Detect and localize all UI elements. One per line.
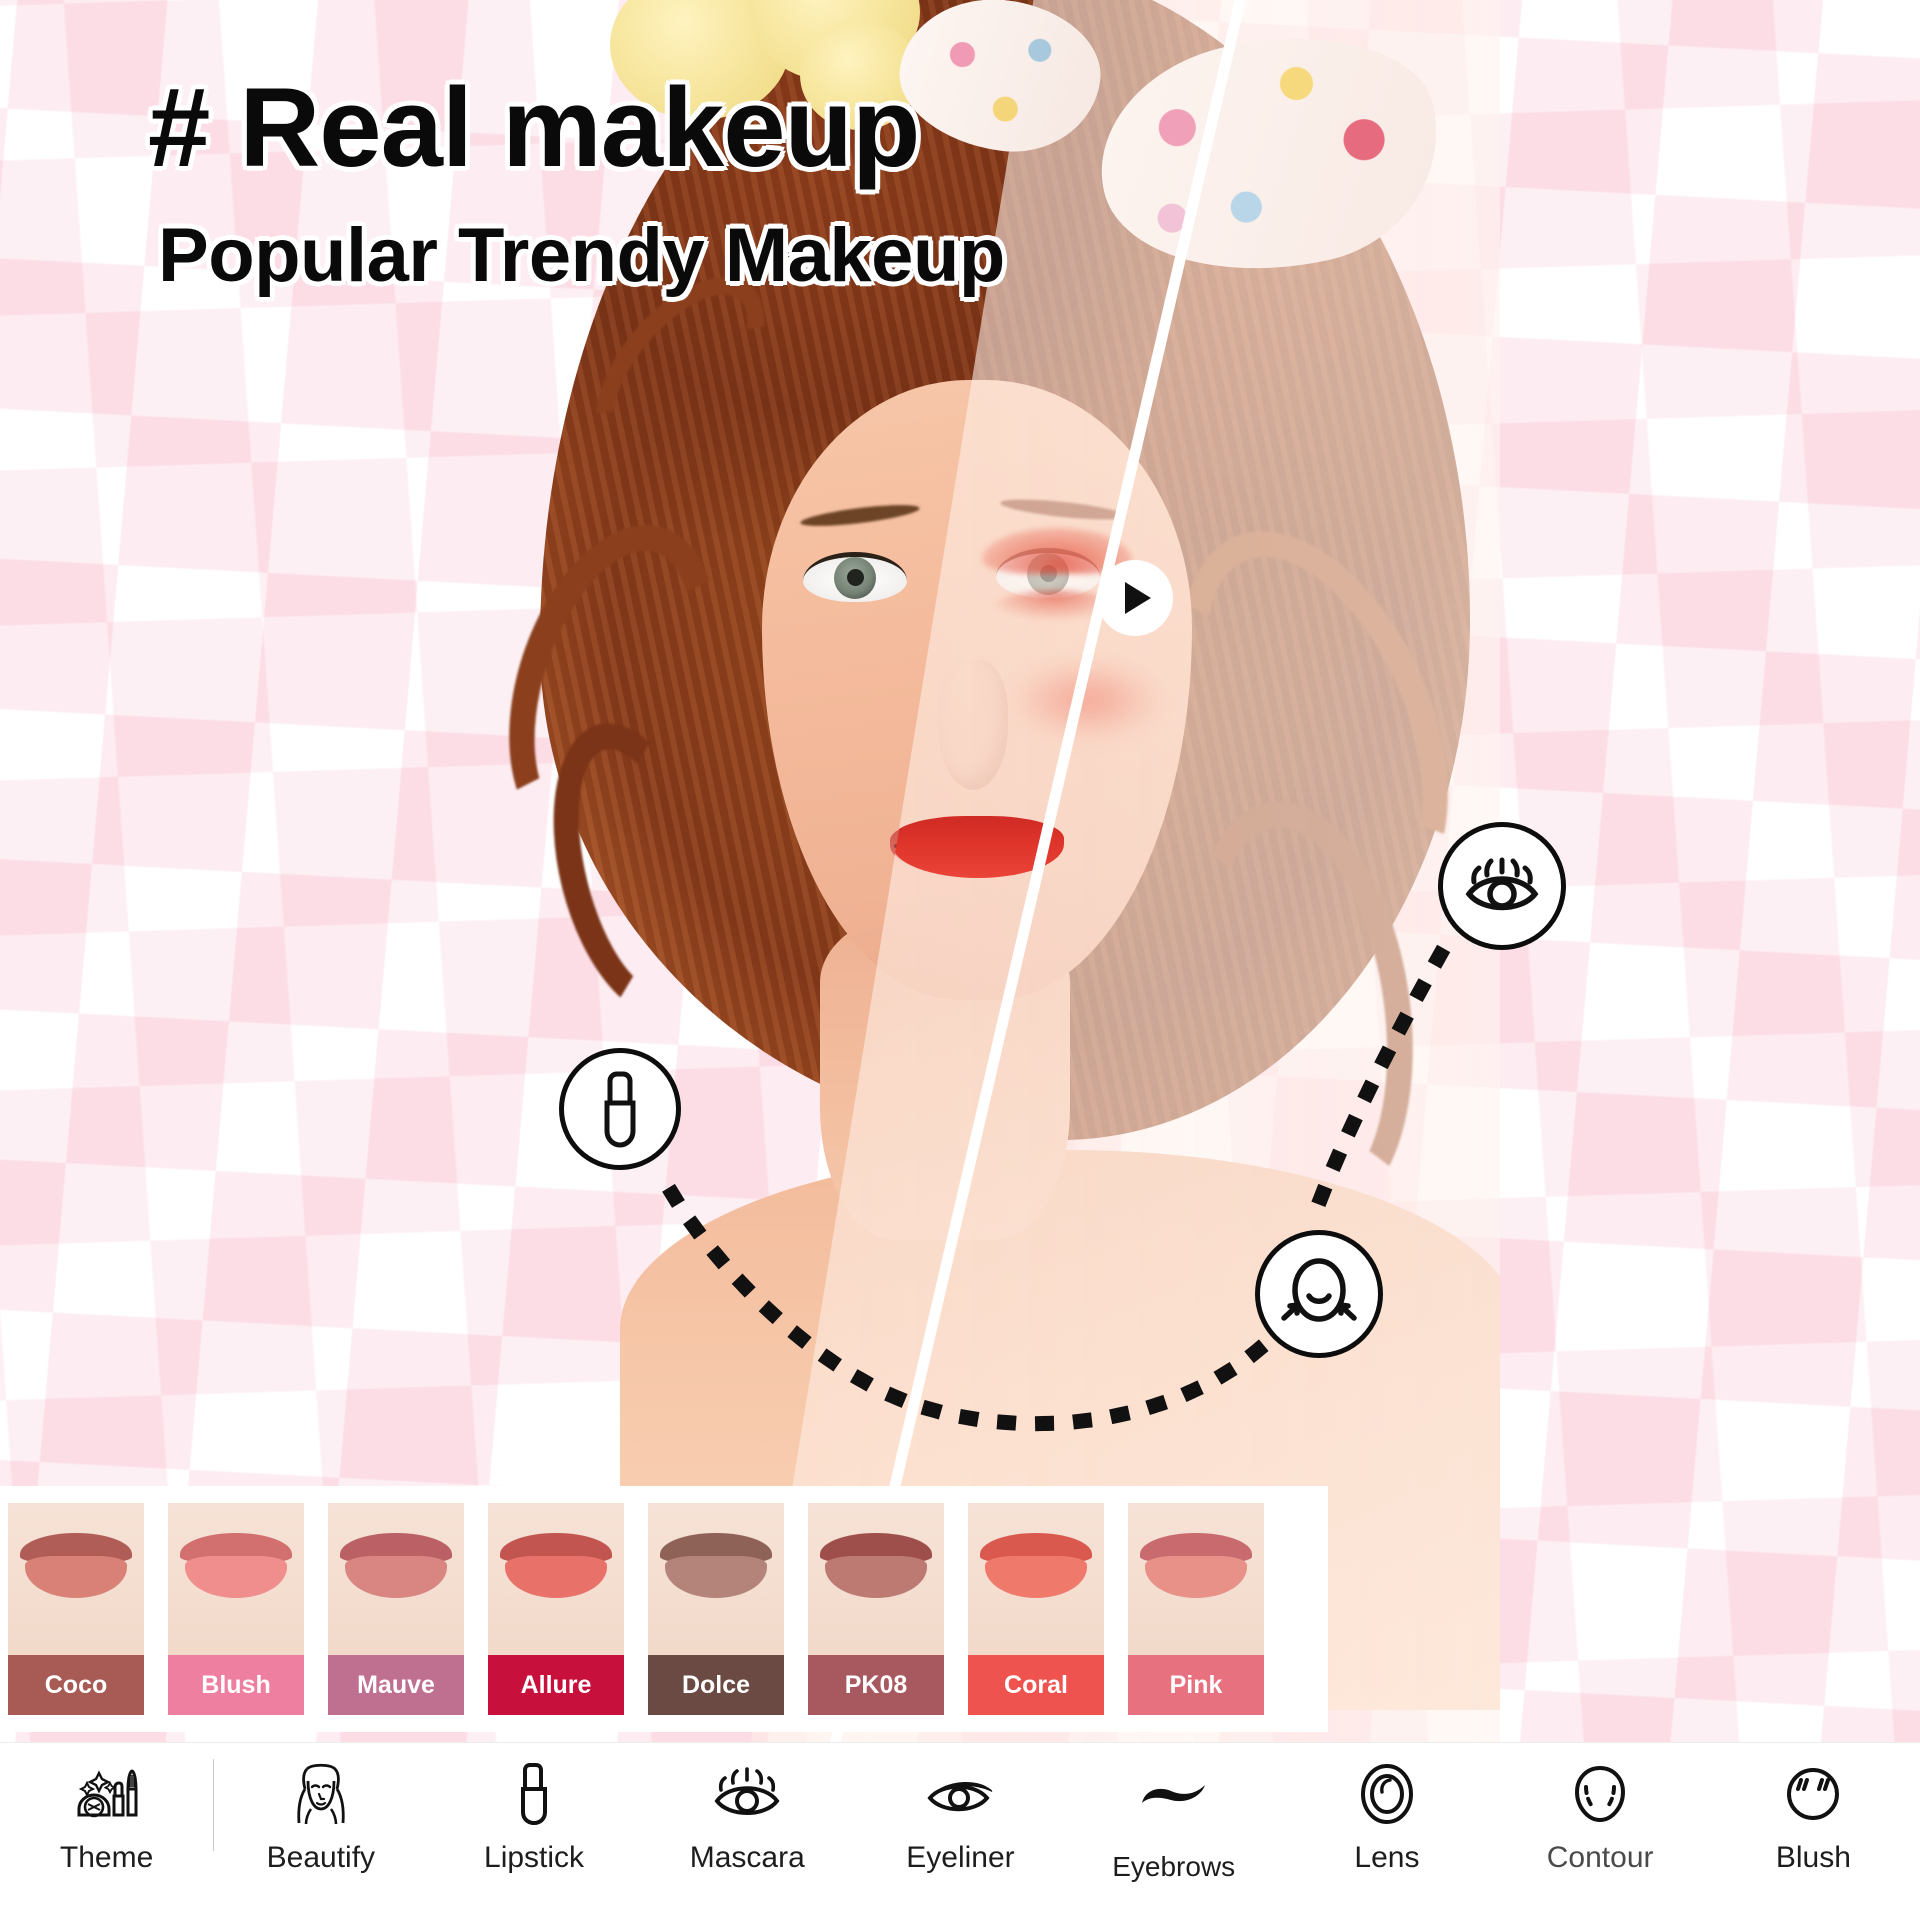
- toolbar-item-beautify[interactable]: Beautify: [214, 1743, 427, 1920]
- toolbar-item-label: Blush: [1775, 1841, 1851, 1874]
- eyebrow-icon: [1137, 1761, 1211, 1827]
- play-button[interactable]: [1097, 560, 1173, 636]
- iris: [834, 557, 876, 599]
- toolbar-item-lipstick[interactable]: Lipstick: [427, 1743, 640, 1920]
- swatch-lip-lower: [985, 1556, 1087, 1598]
- swatch-lip-lower: [1145, 1556, 1247, 1598]
- swatch-label: Dolce: [648, 1655, 784, 1715]
- lipstick-swatch[interactable]: Blush: [168, 1503, 304, 1715]
- swatch-lips: [340, 1533, 452, 1599]
- play-triangle-icon: [1125, 582, 1151, 614]
- swatch-label: Coco: [8, 1655, 144, 1715]
- bottom-toolbar: Theme Beautify Lipstick Mascara Eyeliner Eyeb…: [0, 1742, 1920, 1920]
- swatch-label: PK08: [808, 1655, 944, 1715]
- swatch-lip-lower: [25, 1556, 127, 1598]
- toolbar-item-contour[interactable]: Contour: [1494, 1743, 1707, 1920]
- swatch-label: Coral: [968, 1655, 1104, 1715]
- lipstick-icon: [514, 1761, 554, 1827]
- swatch-lips: [660, 1533, 772, 1599]
- toolbar-item-eyebrows[interactable]: Eyebrows: [1067, 1743, 1280, 1920]
- badge-mascara[interactable]: [1438, 822, 1566, 950]
- swatch-label: Pink: [1128, 1655, 1264, 1715]
- eye-lashes-icon: [1463, 854, 1541, 918]
- swatch-lip-lower: [505, 1556, 607, 1598]
- swatch-label: Mauve: [328, 1655, 464, 1715]
- badge-lipstick[interactable]: [559, 1048, 681, 1170]
- makeup-kit-icon: [75, 1761, 139, 1827]
- swatch-lip-lower: [185, 1556, 287, 1598]
- lipstick-swatch[interactable]: Pink: [1128, 1503, 1264, 1715]
- lipstick-swatch[interactable]: PK08: [808, 1503, 944, 1715]
- iris: [1027, 553, 1069, 595]
- toolbar-item-label: Lipstick: [484, 1841, 585, 1874]
- eye-right: [996, 548, 1100, 598]
- makeup-app-screen: # Real makeup Popular Trendy Makeup Coco…: [0, 0, 1920, 1920]
- lip-line: [894, 844, 1054, 848]
- swatch-lips: [180, 1533, 292, 1599]
- toolbar-item-label: Beautify: [266, 1841, 376, 1874]
- swatch-lips: [980, 1533, 1092, 1599]
- swatch-lips: [820, 1533, 932, 1599]
- contact-lens-icon: [1359, 1761, 1415, 1827]
- toolbar-item-label: Mascara: [689, 1841, 805, 1874]
- swatch-lip-lower: [825, 1556, 927, 1598]
- face-reshape-icon: [1276, 1258, 1362, 1330]
- swatch-lip-lower: [345, 1556, 447, 1598]
- swatch-lips: [20, 1533, 132, 1599]
- eyeliner-eye-icon: [925, 1761, 995, 1827]
- toolbar-item-label: Eyeliner: [906, 1841, 1015, 1874]
- lipstick-icon: [597, 1069, 643, 1149]
- swatch-label: Allure: [488, 1655, 624, 1715]
- swatch-label: Blush: [168, 1655, 304, 1715]
- swatch-lips: [1140, 1533, 1252, 1599]
- lipstick-swatch[interactable]: Mauve: [328, 1503, 464, 1715]
- toolbar-item-blush[interactable]: Blush: [1707, 1743, 1920, 1920]
- toolbar-item-label: Lens: [1354, 1841, 1420, 1874]
- badge-face-reshape[interactable]: [1255, 1230, 1383, 1358]
- toolbar-item-label: Eyebrows: [1112, 1851, 1236, 1882]
- toolbar-item-label: Contour: [1546, 1841, 1654, 1874]
- lipstick-swatch[interactable]: Allure: [488, 1503, 624, 1715]
- face-blush-icon: [1786, 1761, 1840, 1827]
- face-beautify-icon: [290, 1761, 352, 1827]
- toolbar-item-theme[interactable]: Theme: [0, 1743, 213, 1920]
- face-contour-icon: [1573, 1761, 1627, 1827]
- swatch-lip-lower: [665, 1556, 767, 1598]
- lipstick-swatch[interactable]: Coco: [8, 1503, 144, 1715]
- lipstick-swatch[interactable]: Dolce: [648, 1503, 784, 1715]
- toolbar-item-eyeliner[interactable]: Eyeliner: [854, 1743, 1067, 1920]
- nose: [938, 660, 1008, 790]
- toolbar-item-lens[interactable]: Lens: [1280, 1743, 1493, 1920]
- lipstick-swatch[interactable]: Coral: [968, 1503, 1104, 1715]
- lipstick-swatch-strip[interactable]: Coco Blush Mauve Allure Dolce PK08 Coral Pink: [0, 1486, 1328, 1732]
- eye-left: [803, 552, 907, 602]
- toolbar-item-mascara[interactable]: Mascara: [641, 1743, 854, 1920]
- eye-lashes-icon: [712, 1761, 782, 1827]
- swatch-lips: [500, 1533, 612, 1599]
- toolbar-item-label: Theme: [59, 1841, 154, 1874]
